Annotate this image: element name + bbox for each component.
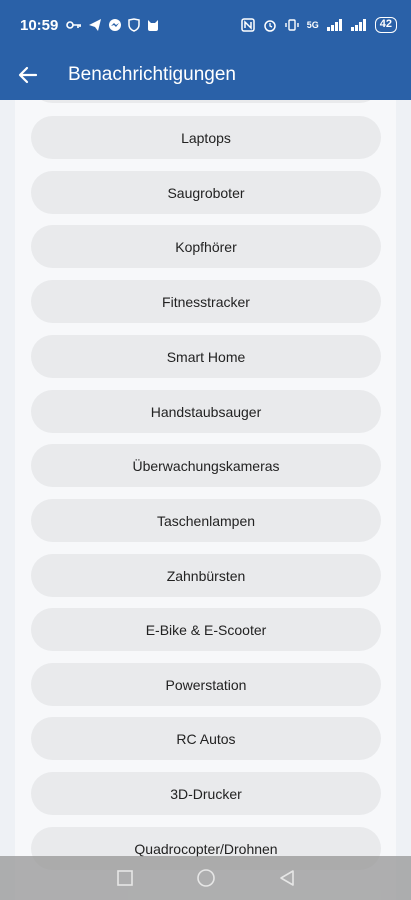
category-item-powerstation[interactable]: Powerstation bbox=[31, 663, 381, 706]
category-item-handstaubsauger[interactable]: Handstaubsauger bbox=[31, 390, 381, 433]
category-item-fitnesstracker[interactable]: Fitnesstracker bbox=[31, 280, 381, 323]
category-item-saugroboter[interactable]: Saugroboter bbox=[31, 171, 381, 214]
notification-icons bbox=[66, 18, 160, 32]
status-time: 10:59 bbox=[20, 16, 59, 34]
nfc-icon bbox=[240, 18, 255, 32]
category-item-rc-autos[interactable]: RC Autos bbox=[31, 717, 381, 760]
system-icons: 5G 42 bbox=[240, 17, 397, 33]
category-item-ueberwachungskameras[interactable]: Überwachungskameras bbox=[31, 444, 381, 487]
category-item-kopfhoerer[interactable]: Kopfhörer bbox=[31, 225, 381, 268]
category-item-laptops[interactable]: Laptops bbox=[31, 116, 381, 159]
recents-icon[interactable] bbox=[116, 869, 134, 887]
back-button[interactable] bbox=[0, 50, 56, 100]
battery-indicator: 42 bbox=[374, 17, 397, 33]
home-icon[interactable] bbox=[196, 868, 216, 888]
app-bar: Benachrichtigungen bbox=[0, 50, 411, 100]
category-item-partial[interactable] bbox=[31, 100, 381, 103]
system-nav-bar bbox=[0, 856, 411, 900]
shield-icon bbox=[128, 18, 141, 32]
arrow-left-icon bbox=[18, 66, 38, 84]
category-item-taschenlampen[interactable]: Taschenlampen bbox=[31, 499, 381, 542]
signal-icon-2 bbox=[350, 19, 366, 31]
vibrate-icon bbox=[285, 19, 299, 31]
category-item-smart-home[interactable]: Smart Home bbox=[31, 335, 381, 378]
page-title: Benachrichtigungen bbox=[68, 64, 236, 85]
key-icon bbox=[66, 21, 82, 29]
signal-icon bbox=[326, 19, 342, 31]
telegram-icon bbox=[89, 19, 102, 31]
status-bar: 10:59 5G 42 bbox=[0, 0, 411, 50]
category-item-zahnbuersten[interactable]: Zahnbürsten bbox=[31, 554, 381, 597]
category-list[interactable]: Laptops Saugroboter Kopfhörer Fitnesstra… bbox=[15, 100, 396, 900]
network-type: 5G bbox=[306, 20, 319, 30]
cat-icon bbox=[148, 20, 159, 31]
category-item-3d-drucker[interactable]: 3D-Drucker bbox=[31, 772, 381, 815]
category-item-e-bike[interactable]: E-Bike & E-Scooter bbox=[31, 608, 381, 651]
alarm-icon bbox=[263, 20, 276, 32]
back-nav-icon[interactable] bbox=[278, 869, 296, 887]
messenger-icon bbox=[109, 19, 122, 31]
